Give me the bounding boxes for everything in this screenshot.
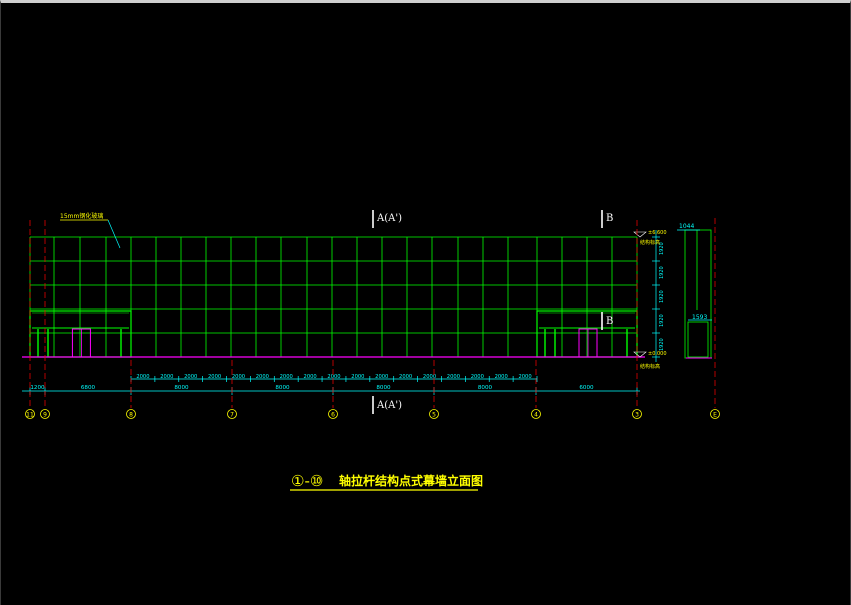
height-dim-value: 1920 — [659, 290, 665, 303]
section-a-bottom-label: A(A') — [376, 400, 402, 411]
small-dim-value: 2000 — [375, 374, 388, 380]
axis-markers: 11 9 8 7 6 5 4 3 E — [25, 218, 720, 419]
axis-label: 4 — [534, 412, 538, 419]
level-triangle — [633, 351, 647, 358]
axis-label: 7 — [230, 412, 234, 419]
axis-label: E — [713, 412, 717, 419]
axis-label: 9 — [43, 412, 47, 419]
dimension-lines: 2000 2000 2000 2000 2000 2000 2000 2000 2000 2000… — [22, 374, 640, 395]
level-bottom-sub: 结构标高 — [640, 363, 660, 370]
small-dim-value: 2000 — [447, 374, 460, 380]
big-dim-value: 6800 — [81, 385, 96, 391]
section-b-mid-label: B — [606, 316, 613, 327]
small-dim-value: 2000 — [232, 374, 245, 380]
small-dim-value: 2000 — [518, 374, 531, 380]
small-dim-value: 2000 — [136, 374, 149, 380]
side-section-base — [687, 321, 709, 358]
side-section-frame — [684, 229, 712, 359]
side-dim-top: 1044 — [679, 223, 694, 230]
small-dim-value: 2000 — [495, 374, 508, 380]
height-dim-value: 1920 — [659, 314, 665, 327]
height-dim-value: 1920 — [659, 266, 665, 279]
section-b-top-label: B — [606, 213, 613, 224]
big-dim-value: 6000 — [579, 385, 594, 391]
small-dim-value: 2000 — [471, 374, 484, 380]
section-a-top-label: A(A') — [376, 213, 402, 224]
axis-label: 5 — [432, 412, 436, 419]
small-dim-value: 2000 — [351, 374, 364, 380]
axis-label: 3 — [635, 412, 639, 419]
small-dim-value: 2000 — [256, 374, 269, 380]
level-top-sub: 结构标高 — [640, 239, 660, 246]
facade-grid: 19201920192019201920 — [22, 229, 712, 362]
big-dim-value: 8000 — [174, 385, 189, 391]
small-dim-value: 2000 — [304, 374, 317, 380]
small-dim-value: 2000 — [208, 374, 221, 380]
small-dim-value: 2000 — [184, 374, 197, 380]
small-dim-value: 2000 — [399, 374, 412, 380]
glass-note-label: 15mm钢化玻璃 — [60, 212, 103, 220]
side-dim-bottom: 1593 — [692, 314, 707, 321]
big-dim-value: 8000 — [478, 385, 493, 391]
drawing-title-prefix: ①-⑩ — [291, 472, 323, 490]
height-dim-value: 1920 — [659, 338, 665, 351]
cad-elevation-drawing: 19201920192019201920 2000 2000 2000 2000 200… — [22, 210, 720, 491]
glass-note-leader — [107, 219, 121, 249]
small-dim-value: 2000 — [280, 374, 293, 380]
small-dim-value: 2000 — [327, 374, 340, 380]
drawing-title: 轴拉杆结构点式幕墙立面图 — [339, 473, 483, 488]
axis-label: 6 — [331, 412, 335, 419]
big-dim-value: 1200 — [30, 385, 45, 391]
axis-label: 8 — [129, 412, 133, 419]
level-bottom-label: ±0.000 — [648, 351, 667, 357]
level-triangle — [633, 231, 647, 238]
big-dim-value: 8000 — [376, 385, 391, 391]
axis-label: 11 — [26, 412, 34, 419]
small-dim-value: 2000 — [160, 374, 173, 380]
big-dim-value: 8000 — [275, 385, 290, 391]
level-top-label: ±6.600 — [648, 230, 667, 236]
